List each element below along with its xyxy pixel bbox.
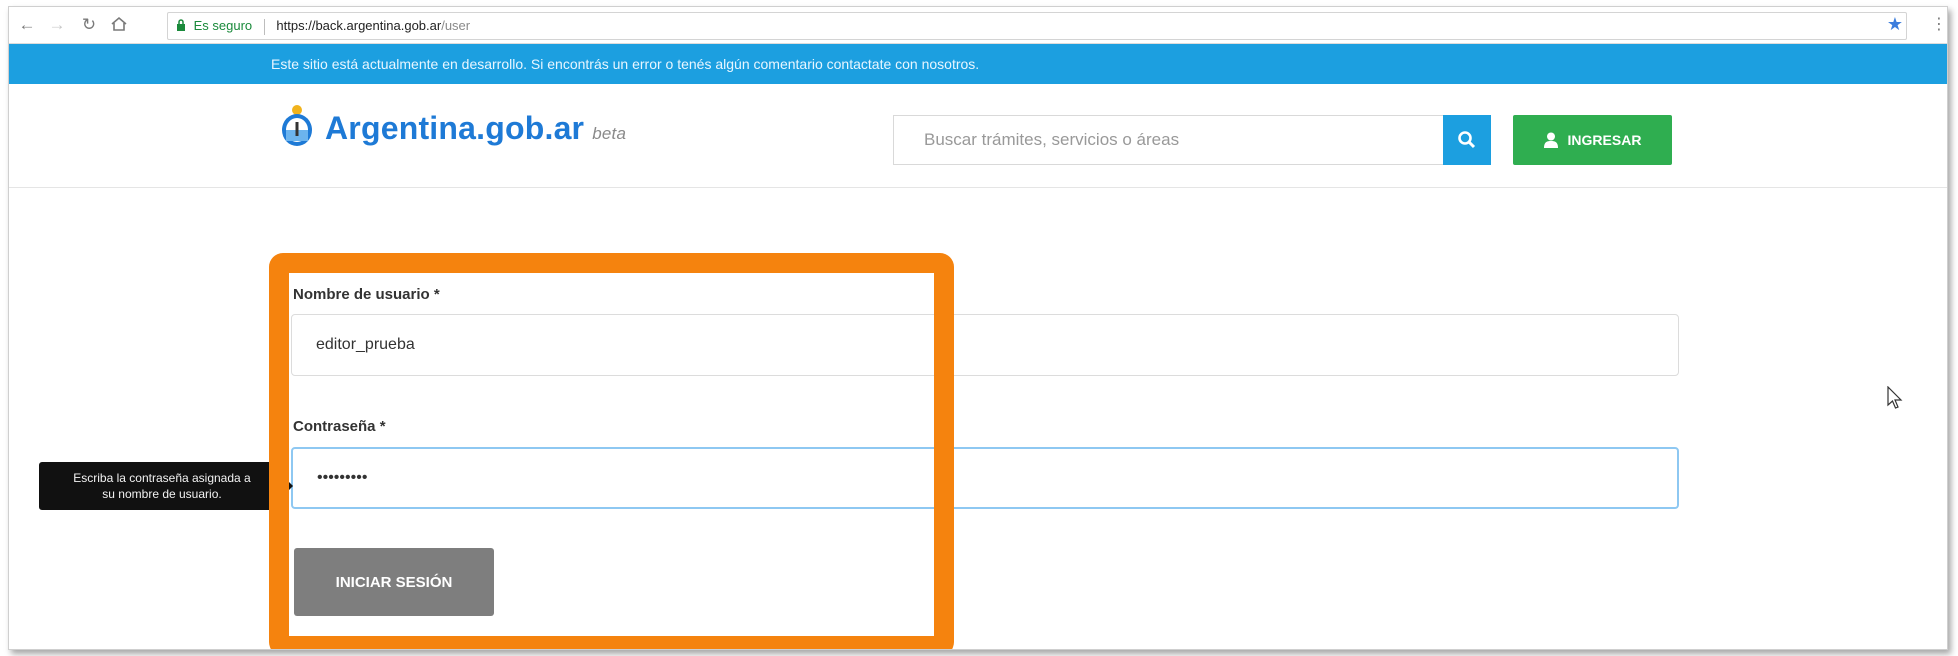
username-field[interactable]: editor_prueba	[291, 314, 1679, 376]
login-button-label: INGRESAR	[1567, 132, 1642, 148]
site-header: Argentina.gob.ar beta Buscar trámites, se…	[9, 84, 1947, 188]
url-path: /user	[441, 18, 471, 33]
home-icon[interactable]	[109, 15, 129, 35]
forward-icon[interactable]: →	[47, 15, 67, 35]
argentina-shield-icon[interactable]	[280, 104, 314, 148]
beta-label: beta	[592, 124, 627, 143]
user-icon	[1543, 132, 1558, 148]
tooltip-line-1: Escriba la contraseña asignada a	[73, 471, 251, 485]
browser-window: ← → ↻ Es seguro https://back.argentina.g…	[8, 6, 1948, 650]
password-label: Contraseña *	[293, 418, 386, 435]
search-button[interactable]	[1443, 115, 1491, 165]
address-bar[interactable]: Es seguro https://back.argentina.gob.ar/…	[167, 12, 1907, 40]
search-icon	[1458, 131, 1476, 149]
site-logo[interactable]: Argentina.gob.ar beta	[325, 110, 626, 147]
dev-banner: Este sitio está actualmente en desarroll…	[9, 44, 1947, 84]
secure-label: Es seguro	[193, 18, 253, 33]
bookmark-star-icon[interactable]: ★	[1887, 14, 1903, 34]
dev-banner-text: Este sitio está actualmente en desarroll…	[271, 56, 980, 72]
url-host: https://back.argentina.gob.ar	[276, 18, 442, 33]
reload-icon[interactable]: ↻	[79, 15, 99, 35]
password-field[interactable]: •••••••••	[291, 447, 1679, 509]
login-submit-button[interactable]: INICIAR SESIÓN	[294, 548, 494, 616]
username-label: Nombre de usuario *	[293, 286, 440, 303]
back-icon[interactable]: ←	[17, 15, 37, 35]
password-tooltip: Escriba la contraseña asignada a su nomb…	[39, 462, 285, 510]
tooltip-arrow	[285, 478, 293, 494]
login-button[interactable]: INGRESAR	[1513, 115, 1672, 165]
browser-toolbar: ← → ↻ Es seguro https://back.argentina.g…	[9, 7, 1947, 44]
url-separator	[263, 18, 265, 35]
mouse-cursor-icon	[1887, 386, 1903, 409]
browser-menu-icon[interactable]: ⋮	[1931, 15, 1947, 35]
lock-icon	[176, 14, 186, 40]
tooltip-line-2: su nombre de usuario.	[102, 487, 222, 501]
site-logo-text: Argentina.gob.ar	[325, 110, 585, 146]
search-input[interactable]: Buscar trámites, servicios o áreas	[893, 115, 1443, 165]
